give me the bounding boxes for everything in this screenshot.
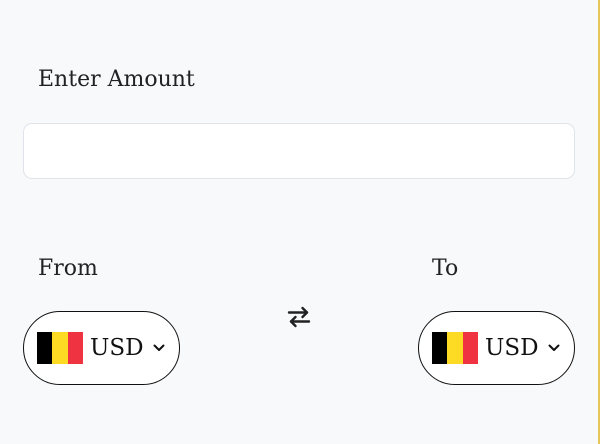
swap-arrows-icon	[286, 304, 312, 334]
flag-stripe	[432, 332, 448, 364]
from-currency-code: USD	[90, 334, 144, 361]
amount-label: Enter Amount	[38, 67, 195, 92]
amount-input[interactable]	[23, 123, 575, 179]
belgium-flag-icon	[37, 332, 83, 364]
currency-converter-page: Enter Amount From To USD USD	[0, 0, 600, 444]
flag-stripe	[52, 332, 68, 364]
swap-button[interactable]	[285, 304, 313, 334]
chevron-down-icon	[547, 341, 561, 355]
flag-stripe	[462, 332, 478, 364]
to-currency-code: USD	[485, 334, 539, 361]
flag-stripe	[37, 332, 53, 364]
from-label: From	[38, 256, 98, 281]
chevron-down-icon	[152, 341, 166, 355]
flag-stripe	[67, 332, 83, 364]
to-label: To	[432, 256, 459, 281]
from-currency-select[interactable]: USD	[23, 311, 180, 385]
belgium-flag-icon	[432, 332, 478, 364]
flag-stripe	[447, 332, 463, 364]
to-currency-select[interactable]: USD	[418, 311, 575, 385]
